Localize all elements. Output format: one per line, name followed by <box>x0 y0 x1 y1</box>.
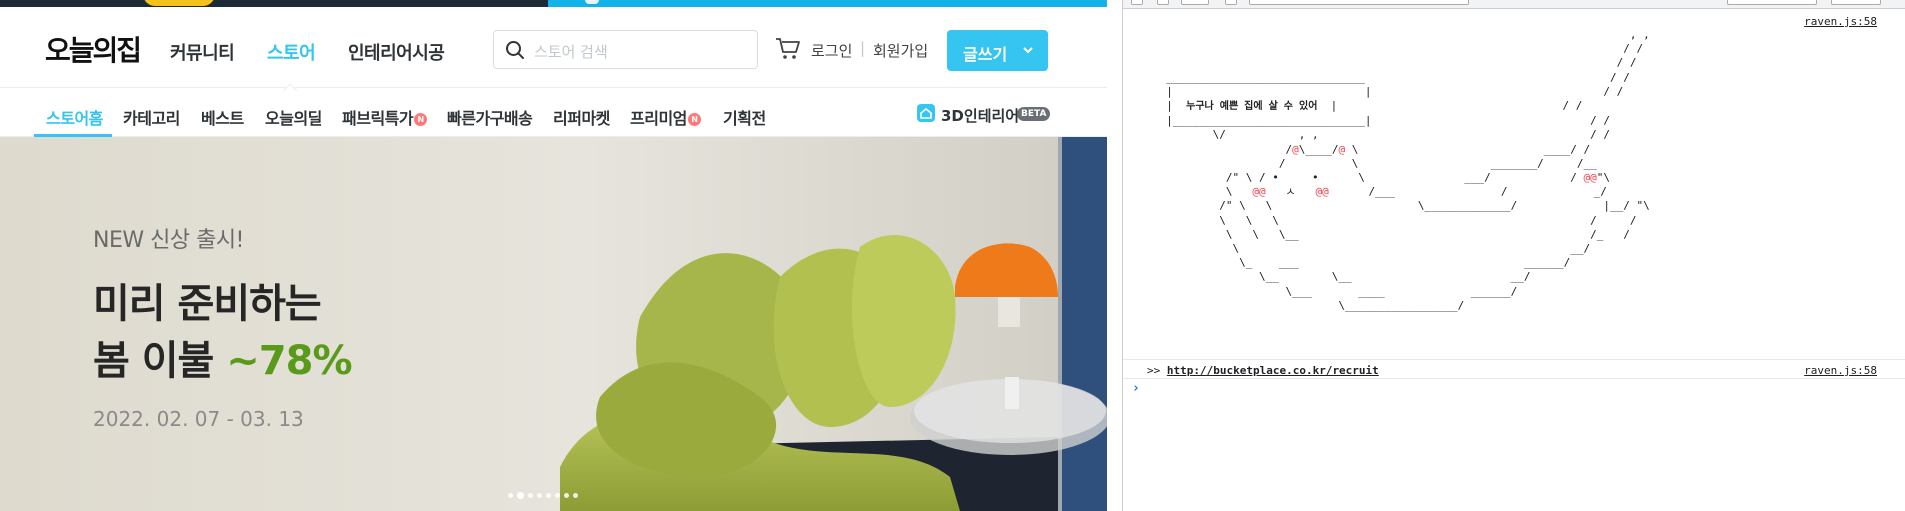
ascii-line: \ \ \ / / <box>1153 213 1637 227</box>
slide-dot[interactable] <box>528 492 533 498</box>
slide-dot[interactable] <box>573 492 578 498</box>
slide-dot[interactable] <box>517 491 524 499</box>
toolbar-button[interactable] <box>1131 0 1143 5</box>
toolbar-button[interactable] <box>1157 0 1169 5</box>
console-ascii-art: , , / / / / ____________________________… <box>1153 28 1650 313</box>
lnb-exhibitions[interactable]: 기획전 <box>723 105 766 129</box>
signup-link[interactable]: 회원가입 <box>873 40 928 61</box>
3d-interior-link[interactable]: 3D인테리어 <box>941 105 1019 126</box>
ascii-line: | | / / <box>1153 84 1624 98</box>
hero-date-range: 2022. 02. 07 - 03. 13 <box>93 407 304 431</box>
source-link-raven[interactable]: raven.js:58 <box>1804 364 1877 377</box>
slide-dot[interactable] <box>508 492 513 498</box>
chevron-down-icon <box>1023 47 1033 54</box>
ascii-line: \_________________/ <box>1153 298 1465 312</box>
ascii-line: \_ ___ ______/ <box>1153 256 1571 270</box>
site-logo[interactable]: 오늘의집 <box>45 29 142 69</box>
ascii-line: /" \ \ \_____________/ |__/ "\ <box>1153 199 1650 213</box>
lnb-fabric-sale[interactable]: 패브릭특가 N <box>342 105 428 129</box>
hero-banner[interactable]: NEW 신상 출시! 미리 준비하는 봄 이불 ~78% 2022. 02. 0… <box>0 137 1107 511</box>
ascii-line: \ @@ ㅅ @@ /___ / _/ <box>1153 185 1607 199</box>
ascii-line: / \ _______/ /__ <box>1153 156 1597 170</box>
lnb-todays-deal[interactable]: 오늘의딜 <box>265 105 322 129</box>
banner-dark-section <box>0 0 548 7</box>
settings-button[interactable] <box>1831 0 1881 5</box>
recruit-prefix: >> <box>1147 364 1161 377</box>
lnb-refurb-market[interactable]: 리퍼마켓 <box>553 105 610 129</box>
slide-dot[interactable] <box>555 492 560 498</box>
hero-title-line2: 봄 이불 ~78% <box>93 328 353 386</box>
toolbar-button[interactable] <box>1225 0 1237 5</box>
lnb-premium-label: 프리미엄 <box>630 109 687 128</box>
console-filter-input[interactable] <box>1249 0 1469 5</box>
new-badge: N <box>687 113 701 126</box>
source-link-raven[interactable]: raven.js:58 <box>1804 15 1877 28</box>
slide-dot[interactable] <box>537 492 542 498</box>
context-select[interactable] <box>1181 0 1209 5</box>
search-icon <box>506 41 524 59</box>
search-input[interactable]: 스토어 검색 <box>493 30 758 69</box>
console-recruit-message: >> http://bucketplace.co.kr/recruit <box>1147 364 1379 377</box>
ascii-line: | 누구나 예쁜 집에 살 수 있어 | / / <box>1153 99 1583 113</box>
banner-pill <box>585 0 599 4</box>
search-placeholder: 스토어 검색 <box>534 43 608 61</box>
console-message-divider <box>1123 359 1905 360</box>
console-prompt[interactable]: › <box>1132 381 1140 396</box>
lnb-store-home[interactable]: 스토어홈 <box>46 105 103 129</box>
ascii-line: \___ ____ ______/ <box>1153 284 1518 298</box>
top-promo-banner[interactable] <box>0 0 1107 7</box>
global-nav: 오늘의집 커뮤니티 스토어 인테리어시공 스토어 검색 로그인 | 회원가입 글… <box>0 7 1107 91</box>
recruit-url-link[interactable]: http://bucketplace.co.kr/recruit <box>1167 364 1379 377</box>
ascii-line: \__ \__ __/ <box>1153 270 1531 284</box>
ascii-line: \ __/ <box>1153 242 1591 256</box>
ascii-line: / / <box>1153 42 1644 56</box>
gnb-community[interactable]: 커뮤니티 <box>170 39 235 65</box>
ascii-line: , , <box>1153 28 1650 41</box>
slide-dot[interactable] <box>564 492 569 498</box>
ascii-line: \ \ \__ /_ / <box>1153 227 1630 241</box>
slide-indicator[interactable] <box>508 490 578 500</box>
hero-kicker: NEW 신상 출시! <box>93 228 244 253</box>
hero-discount: ~78% <box>226 338 352 384</box>
lnb-category[interactable]: 카테고리 <box>123 105 180 129</box>
beta-badge: BETA <box>1017 107 1051 121</box>
lnb-fabric-sale-label: 패브릭특가 <box>342 109 414 128</box>
banner-blue-section <box>548 0 1107 7</box>
gnb-store[interactable]: 스토어 <box>267 39 316 65</box>
ascii-line: \/ , , / / <box>1153 128 1610 142</box>
write-button-label: 글쓰기 <box>963 45 1008 64</box>
hero-title-line1: 미리 준비하는 <box>93 281 322 327</box>
ascii-line: /@\____/@ \ ____/ / <box>1153 142 1591 156</box>
3d-house-icon <box>917 104 935 122</box>
store-sub-nav: 스토어홈 카테고리 베스트 오늘의딜 패브릭특가 N 빠른가구배송 리퍼마켓 프리… <box>0 89 1107 137</box>
ascii-line: /" \ / • • \ ___/ / @@"\ <box>1153 171 1610 185</box>
devtools-console-panel: raven.js:58 , , / / / / ________________… <box>1122 0 1905 511</box>
devtools-toolbar <box>1123 0 1905 9</box>
new-badge: N <box>414 113 428 126</box>
console-bubble-text: 누구나 예쁜 집에 살 수 있어 <box>1186 101 1318 113</box>
lnb-best[interactable]: 베스트 <box>201 105 244 129</box>
log-levels-select[interactable] <box>1727 0 1817 5</box>
webpage: 오늘의집 커뮤니티 스토어 인테리어시공 스토어 검색 로그인 | 회원가입 글… <box>0 0 1107 511</box>
login-link[interactable]: 로그인 <box>811 40 852 61</box>
hero-title-line2-text: 봄 이불 <box>93 338 227 384</box>
lnb-premium[interactable]: 프리미엄 N <box>630 105 701 129</box>
ascii-line: ______________________________ / / <box>1153 70 1630 84</box>
auth-separator: | <box>860 39 866 57</box>
gnb-interior-construction[interactable]: 인테리어시공 <box>348 39 445 65</box>
banner-badge <box>143 0 215 6</box>
ascii-line: |_____________________________| / / <box>1153 114 1610 128</box>
write-button[interactable]: 글쓰기 <box>947 30 1048 71</box>
lnb-fast-delivery[interactable]: 빠른가구배송 <box>447 105 533 129</box>
cart-icon[interactable] <box>775 37 801 61</box>
slide-dot[interactable] <box>546 492 551 498</box>
console-message-divider <box>1123 378 1905 379</box>
ascii-line: / / <box>1153 56 1637 70</box>
